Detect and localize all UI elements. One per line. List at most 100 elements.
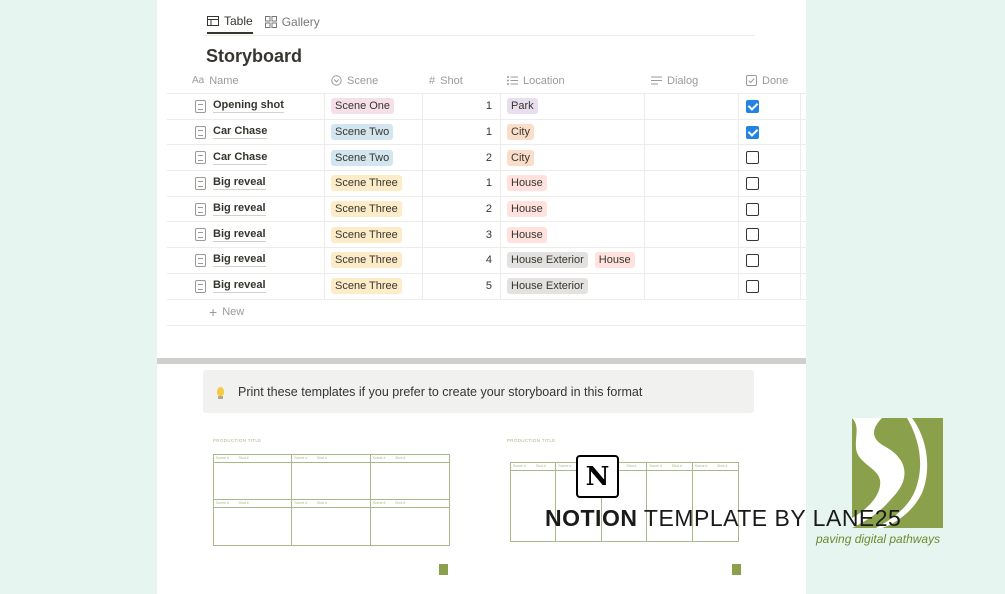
cell-done[interactable] bbox=[739, 196, 801, 222]
table-row[interactable]: Big reveal Scene Three 2 House bbox=[167, 196, 806, 223]
cell-location[interactable]: City bbox=[501, 119, 645, 145]
cell-scene[interactable]: Scene Two bbox=[325, 119, 423, 145]
shot-number: 1 bbox=[485, 100, 492, 113]
row-title[interactable]: Big reveal bbox=[213, 279, 266, 294]
scene-tag: Scene Two bbox=[331, 149, 394, 166]
cell-shot[interactable]: 2 bbox=[423, 145, 501, 171]
cell-location[interactable]: Park bbox=[501, 94, 645, 119]
cell-name[interactable]: Opening shot bbox=[167, 94, 325, 119]
cell-scene[interactable]: Scene Three bbox=[325, 171, 423, 196]
cell-name[interactable]: Big reveal bbox=[167, 248, 325, 273]
cell-done[interactable] bbox=[739, 222, 801, 248]
cell-shot[interactable]: 4 bbox=[423, 248, 501, 273]
cell-done[interactable] bbox=[739, 171, 801, 196]
cell-done[interactable] bbox=[739, 273, 801, 299]
column-header-scene[interactable]: Scene bbox=[325, 68, 423, 93]
new-row-button[interactable]: + New bbox=[167, 300, 806, 326]
table-row[interactable]: Car Chase Scene Two 1 City bbox=[167, 119, 806, 146]
cell-dialog[interactable] bbox=[645, 273, 739, 299]
brand-tagline: paving digital pathways bbox=[816, 532, 941, 546]
tab-gallery[interactable]: Gallery bbox=[264, 10, 320, 34]
shot-number: 2 bbox=[485, 203, 492, 216]
cell-dialog[interactable] bbox=[645, 222, 739, 248]
scene-tag: Scene Three bbox=[331, 252, 402, 269]
cell-name[interactable]: Big reveal bbox=[167, 222, 325, 248]
cell-done[interactable] bbox=[739, 248, 801, 273]
done-checkbox[interactable] bbox=[746, 228, 759, 242]
notion-logo-glyph: N bbox=[585, 461, 610, 492]
tab-table[interactable]: Table bbox=[207, 10, 253, 34]
panel bbox=[370, 455, 449, 500]
column-header-shot[interactable]: # Shot bbox=[423, 68, 501, 93]
notion-logo: N bbox=[576, 455, 619, 498]
cell-shot[interactable]: 3 bbox=[423, 222, 501, 248]
cell-location[interactable]: House Exterior bbox=[501, 273, 645, 299]
cell-dialog[interactable] bbox=[645, 119, 739, 145]
cell-shot[interactable]: 2 bbox=[423, 196, 501, 222]
table-row[interactable]: Opening shot Scene One 1 Park bbox=[167, 94, 806, 120]
storyboard-table: Aa Name Scene # Shot Location Dialog Don… bbox=[167, 68, 806, 326]
row-title[interactable]: Big reveal bbox=[213, 202, 266, 217]
cell-scene[interactable]: Scene One bbox=[325, 94, 423, 119]
cell-shot[interactable]: 1 bbox=[423, 94, 501, 119]
row-title[interactable]: Big reveal bbox=[213, 228, 266, 242]
cell-dialog[interactable] bbox=[645, 248, 739, 273]
done-checkbox[interactable] bbox=[746, 279, 759, 293]
cell-scene[interactable]: Scene Three bbox=[325, 222, 423, 248]
lightbulb-icon bbox=[217, 387, 224, 399]
cell-dialog[interactable] bbox=[645, 94, 739, 119]
column-header-dialog[interactable]: Dialog bbox=[645, 68, 739, 93]
cell-scene[interactable]: Scene Three bbox=[325, 248, 423, 273]
cell-scene[interactable]: Scene Two bbox=[325, 145, 423, 171]
cell-location[interactable]: House Exterior House bbox=[501, 248, 645, 273]
storyboard-template-thumbnail-1[interactable]: PRODUCTION TITLE bbox=[213, 438, 453, 583]
done-checkbox[interactable] bbox=[746, 202, 759, 216]
shot-number: 4 bbox=[485, 254, 492, 267]
cell-done[interactable] bbox=[739, 94, 801, 119]
cell-location[interactable]: House bbox=[501, 171, 645, 196]
cell-shot[interactable]: 1 bbox=[423, 171, 501, 196]
done-checkbox[interactable] bbox=[746, 151, 759, 165]
row-title[interactable]: Big reveal bbox=[213, 176, 266, 191]
row-title[interactable]: Opening shot bbox=[213, 99, 284, 114]
cell-scene[interactable]: Scene Three bbox=[325, 196, 423, 222]
cell-name[interactable]: Car Chase bbox=[167, 145, 325, 171]
callout-block[interactable]: Print these templates if you prefer to c… bbox=[203, 370, 754, 413]
cell-location[interactable]: House bbox=[501, 222, 645, 248]
done-checkbox[interactable] bbox=[746, 176, 759, 190]
cell-name[interactable]: Big reveal bbox=[167, 171, 325, 196]
column-header-done[interactable]: Done bbox=[739, 68, 801, 93]
cell-done[interactable] bbox=[739, 145, 801, 171]
cell-shot[interactable]: 5 bbox=[423, 273, 501, 299]
cell-name[interactable]: Car Chase bbox=[167, 119, 325, 145]
cell-done[interactable] bbox=[739, 119, 801, 145]
cell-name[interactable]: Big reveal bbox=[167, 196, 325, 222]
table-row[interactable]: Big reveal Scene Three 3 House bbox=[167, 222, 806, 249]
cell-dialog[interactable] bbox=[645, 171, 739, 196]
table-row[interactable]: Car Chase Scene Two 2 City bbox=[167, 145, 806, 172]
column-header-location[interactable]: Location bbox=[501, 68, 645, 93]
table-body: Opening shot Scene One 1 Park Car Chase Scene… bbox=[167, 94, 806, 300]
cell-name[interactable]: Big reveal bbox=[167, 273, 325, 299]
cell-dialog[interactable] bbox=[645, 145, 739, 171]
cell-location[interactable]: House bbox=[501, 196, 645, 222]
table-row[interactable]: Big reveal Scene Three 4 House Exterior Hous… bbox=[167, 248, 806, 274]
cell-shot[interactable]: 1 bbox=[423, 119, 501, 145]
row-title[interactable]: Car Chase bbox=[213, 151, 268, 165]
page-icon bbox=[195, 279, 206, 293]
location-tag: House bbox=[507, 201, 547, 218]
table-row[interactable]: Big reveal Scene Three 5 House Exterior bbox=[167, 273, 806, 300]
cell-location[interactable]: City bbox=[501, 145, 645, 171]
cell-dialog[interactable] bbox=[645, 196, 739, 222]
location-tag: House bbox=[507, 175, 547, 192]
table-row[interactable]: Big reveal Scene Three 1 House bbox=[167, 171, 806, 197]
thumbnail-grid bbox=[213, 454, 450, 546]
number-property-icon: # bbox=[429, 74, 436, 87]
cell-scene[interactable]: Scene Three bbox=[325, 273, 423, 299]
done-checkbox[interactable] bbox=[746, 99, 759, 113]
row-title[interactable]: Car Chase bbox=[213, 125, 268, 140]
row-title[interactable]: Big reveal bbox=[213, 253, 266, 268]
done-checkbox[interactable] bbox=[746, 125, 759, 139]
column-header-name[interactable]: Aa Name bbox=[167, 68, 325, 93]
done-checkbox[interactable] bbox=[746, 253, 759, 267]
